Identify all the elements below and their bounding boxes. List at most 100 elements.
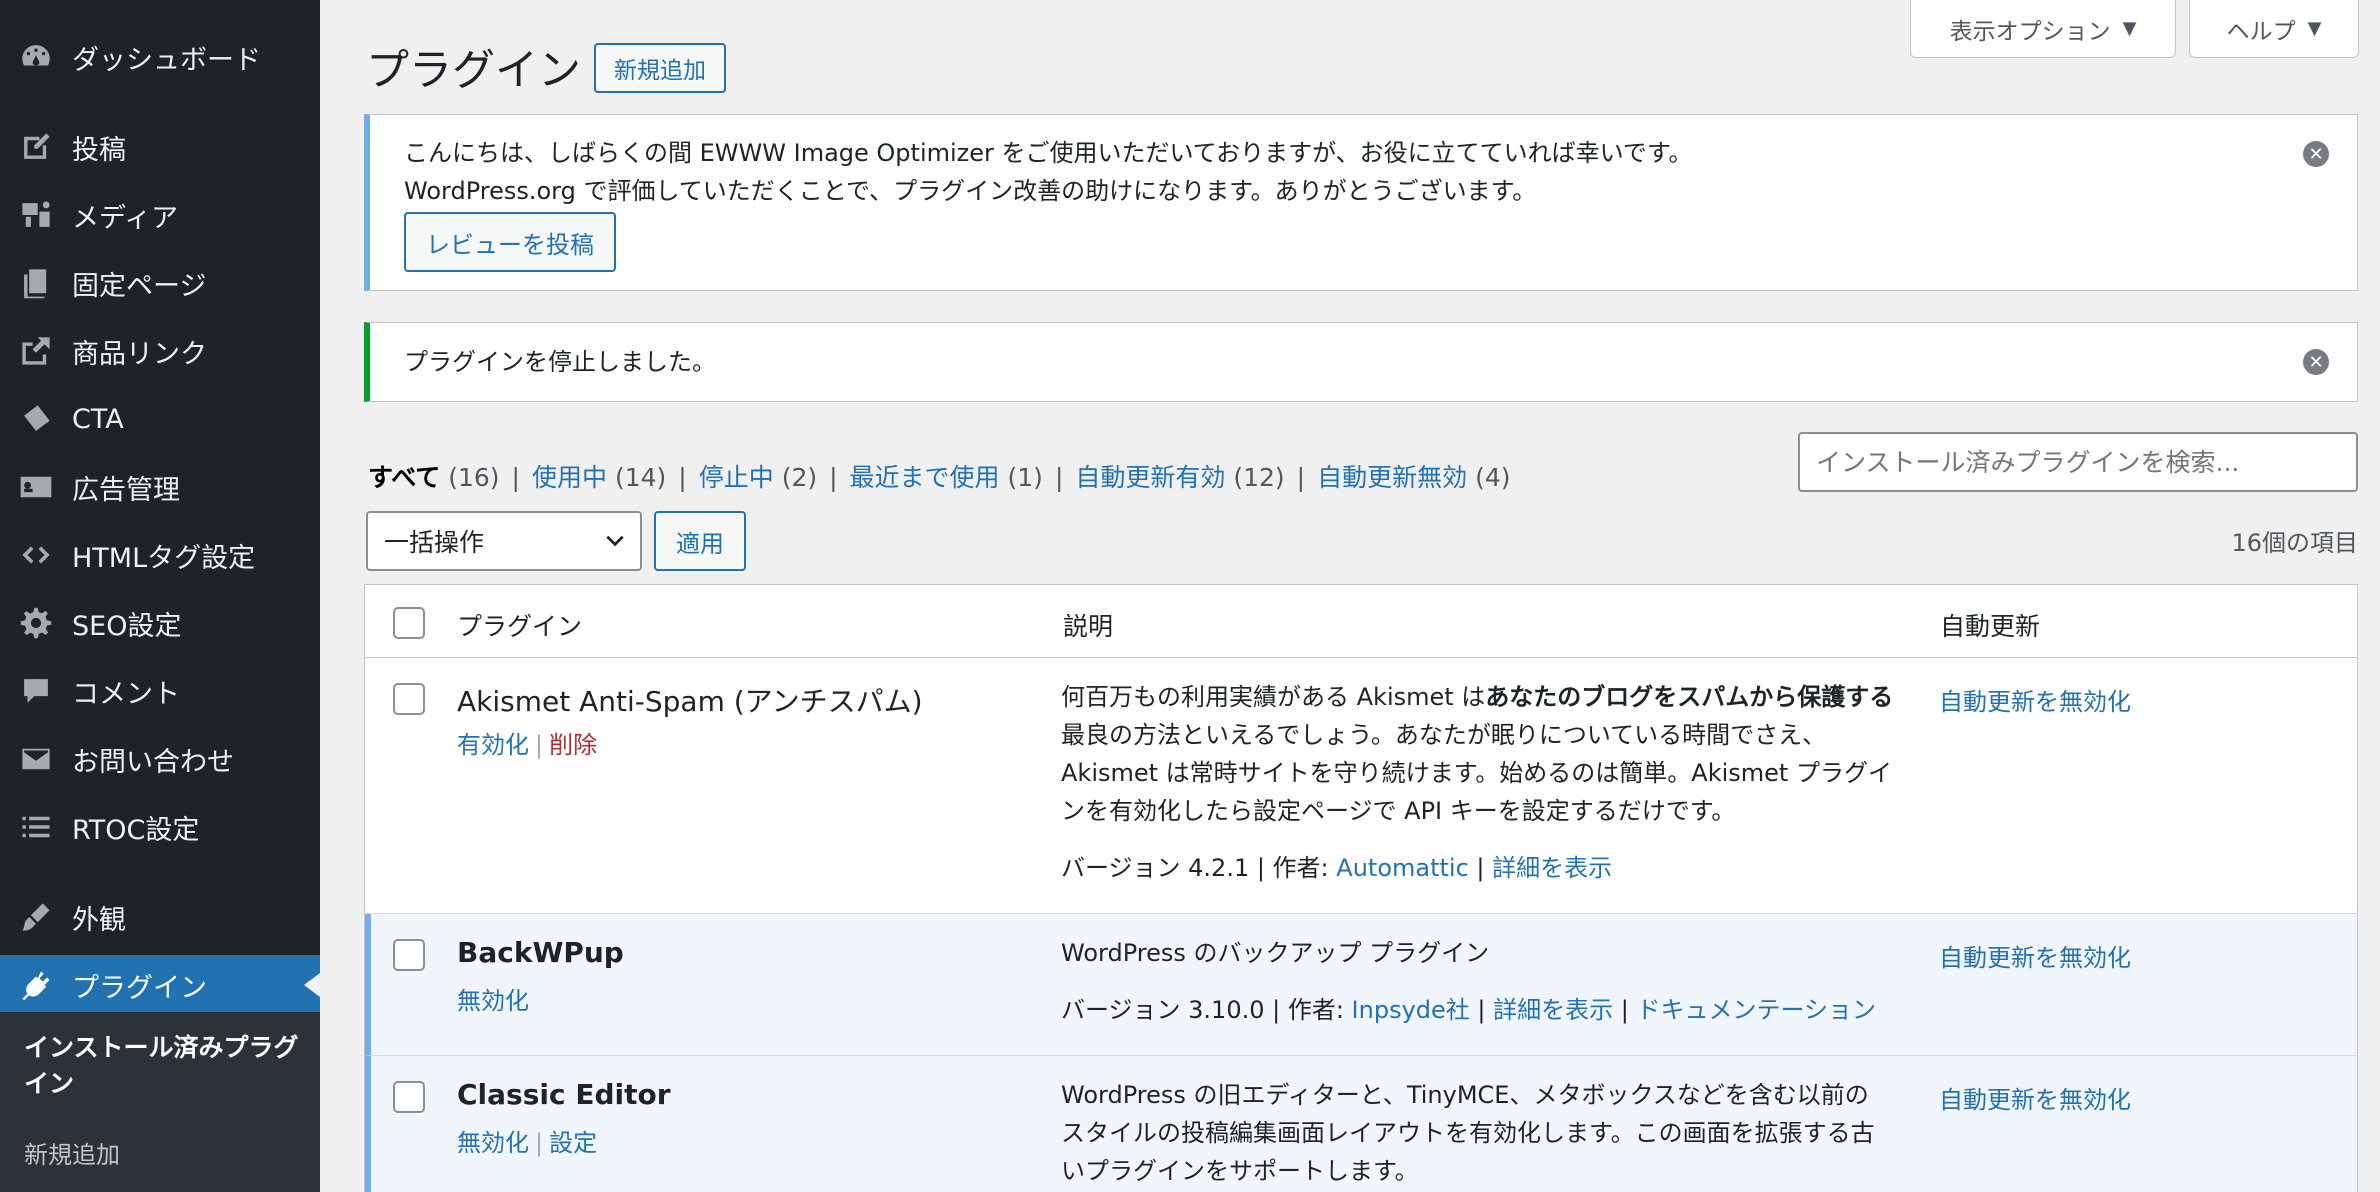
filter-count: (4) (1475, 463, 1511, 492)
sidebar-item-comments[interactable]: コメント (0, 661, 320, 721)
external-link-icon (18, 333, 54, 369)
disable-auto-update-link[interactable]: 自動更新を無効化 (1939, 1080, 2131, 1115)
column-plugin: プラグイン (457, 612, 583, 641)
filter-separator: | (1054, 463, 1064, 492)
caret-down-icon: ▼ (2122, 18, 2137, 39)
sidebar-item-label: コメント (72, 678, 180, 710)
admin-sidebar: ダッシュボード 投稿 メディア 固定ページ 商品リンク CTA 広告管理 HTM… (0, 0, 320, 1192)
help-button[interactable]: ヘルプ ▼ (2189, 0, 2359, 58)
filter-count: (2) (781, 463, 818, 492)
plugins-table: プラグイン 説明 自動更新 Akismet Anti-Spam (アンチスパム)… (364, 584, 2358, 1192)
table-row: Classic Editor 無効化 | 設定 WordPress の旧エディターと… (365, 1056, 2357, 1192)
screen-options-button[interactable]: 表示オプション ▼ (1910, 0, 2176, 58)
chevron-down-icon (606, 535, 624, 547)
help-label: ヘルプ (2226, 18, 2296, 45)
submenu-add-new[interactable]: 新規追加 (24, 1135, 120, 1170)
plugin-name: Classic Editor (457, 1078, 671, 1111)
version-text: バージョン 4.2.1 | 作者: (1061, 854, 1337, 882)
desc-text: いプラグインをサポートします。 (1061, 1157, 1419, 1185)
filter-auto-update-enabled[interactable]: 自動更新有効 (1075, 463, 1225, 492)
delete-link[interactable]: 削除 (549, 731, 597, 759)
sidebar-item-label: お問い合わせ (72, 746, 234, 778)
table-row: Akismet Anti-Spam (アンチスパム) 有効化 | 削除 何百万もの利… (365, 658, 2357, 914)
row-actions: 無効化 (457, 981, 529, 1016)
sidebar-item-html-tags[interactable]: HTMLタグ設定 (0, 525, 320, 585)
author-link[interactable]: Automattic (1336, 854, 1469, 882)
filter-separator: | (511, 463, 520, 492)
table-row: BackWPup 無効化 WordPress のバックアップ プラグイン バージ… (365, 914, 2357, 1056)
caret-down-icon: ▼ (2307, 18, 2322, 39)
row-actions: 有効化 | 削除 (457, 725, 597, 760)
column-description: 説明 (1063, 612, 1114, 641)
post-icon (18, 129, 54, 165)
gear-icon (18, 605, 54, 641)
brush-icon (18, 899, 54, 935)
list-icon (18, 809, 54, 845)
details-link[interactable]: 詳細を表示 (1492, 854, 1612, 882)
settings-link[interactable]: 設定 (549, 1129, 597, 1157)
comment-icon (18, 673, 54, 709)
sidebar-item-label: 外観 (72, 904, 126, 936)
sidebar-item-product-links[interactable]: 商品リンク (0, 321, 320, 381)
row-checkbox[interactable] (393, 939, 425, 971)
author-link[interactable]: Inpsyde社 (1352, 996, 1470, 1024)
sidebar-item-label: プラグイン (72, 972, 207, 1004)
sidebar-item-contact[interactable]: お問い合わせ (0, 729, 320, 789)
action-separator: | (535, 731, 544, 759)
filter-active[interactable]: 使用中 (532, 463, 607, 492)
submenu-installed-plugins[interactable]: インストール済みプラグイン (24, 1030, 304, 1102)
notice-text: プラグインを停止しました。 (404, 348, 716, 376)
filter-auto-update-disabled[interactable]: 自動更新無効 (1317, 463, 1467, 492)
activate-link[interactable]: 有効化 (457, 731, 529, 759)
desc-text: 何百万もの利用実績がある Akismet は (1061, 683, 1486, 711)
details-link[interactable]: 詳細を表示 (1493, 996, 1613, 1024)
filter-recently-active[interactable]: 最近まで使用 (850, 463, 1000, 492)
filter-all[interactable]: すべて (368, 463, 440, 492)
bulk-action-value: 一括操作 (384, 528, 485, 557)
sidebar-item-seo[interactable]: SEO設定 (0, 593, 320, 653)
dismiss-icon[interactable]: ✕ (2303, 141, 2329, 167)
sidebar-item-dashboard[interactable]: ダッシュボード (0, 27, 320, 87)
filter-separator: | (678, 463, 687, 492)
sidebar-item-rtoc[interactable]: RTOC設定 (0, 797, 320, 857)
row-checkbox[interactable] (393, 683, 425, 715)
plugin-search-input[interactable] (1798, 432, 2358, 492)
filter-count: (14) (614, 463, 667, 492)
deactivated-notice: プラグインを停止しました。 ✕ (364, 322, 2358, 402)
sidebar-item-media[interactable]: メディア (0, 185, 320, 245)
add-new-plugin-button[interactable]: 新規追加 (594, 43, 726, 93)
row-checkbox[interactable] (393, 1081, 425, 1113)
sidebar-item-appearance[interactable]: 外観 (0, 887, 320, 947)
review-notice: こんにちは、しばらくの間 EWWW Image Optimizer をご使用いた… (364, 114, 2358, 291)
sidebar-item-label: SEO設定 (72, 610, 182, 642)
filter-separator: | (829, 463, 838, 492)
desc-text: ンを有効化したら設定ページで API キーを設定するだけです。 (1061, 797, 1736, 825)
disable-auto-update-link[interactable]: 自動更新を無効化 (1939, 938, 2131, 973)
sidebar-item-cta[interactable]: CTA (0, 389, 320, 449)
dismiss-icon[interactable]: ✕ (2303, 349, 2329, 375)
media-icon (18, 197, 54, 233)
plugin-description: WordPress のバックアップ プラグイン (1061, 939, 1490, 967)
items-count: 16個の項目 (2231, 529, 2358, 557)
post-review-button[interactable]: レビューを投稿 (404, 212, 616, 272)
apply-button[interactable]: 適用 (654, 511, 746, 571)
filter-inactive[interactable]: 停止中 (699, 463, 774, 492)
sidebar-item-plugins[interactable]: プラグイン (0, 955, 320, 1015)
dashboard-icon (18, 39, 54, 75)
bulk-action-select[interactable]: 一括操作 (366, 511, 642, 571)
mail-icon (18, 741, 54, 777)
select-all-checkbox[interactable] (393, 607, 425, 639)
sidebar-item-posts[interactable]: 投稿 (0, 117, 320, 177)
sidebar-item-label: HTMLタグ設定 (72, 542, 256, 574)
notice-line-1: こんにちは、しばらくの間 EWWW Image Optimizer をご使用いた… (404, 139, 1693, 167)
sidebar-item-label: RTOC設定 (72, 814, 200, 846)
docs-link[interactable]: ドキュメンテーション (1636, 996, 1876, 1024)
sidebar-item-pages[interactable]: 固定ページ (0, 253, 320, 313)
deactivate-link[interactable]: 無効化 (457, 1129, 529, 1157)
desc-text: WordPress の旧エディターと、TinyMCE、メタボックスなどを含む以前… (1061, 1081, 1869, 1109)
sidebar-item-ads[interactable]: 広告管理 (0, 457, 320, 517)
deactivate-link[interactable]: 無効化 (457, 987, 529, 1015)
plugin-description: 何百万もの利用実績がある Akismet はあなたのブログをスパムから保護する … (1061, 678, 1901, 830)
disable-auto-update-link[interactable]: 自動更新を無効化 (1939, 682, 2131, 717)
plugin-status-filters: すべて (16) | 使用中 (14) | 停止中 (2) | 最近まで使用 (1) | 自動更… (368, 458, 1511, 494)
